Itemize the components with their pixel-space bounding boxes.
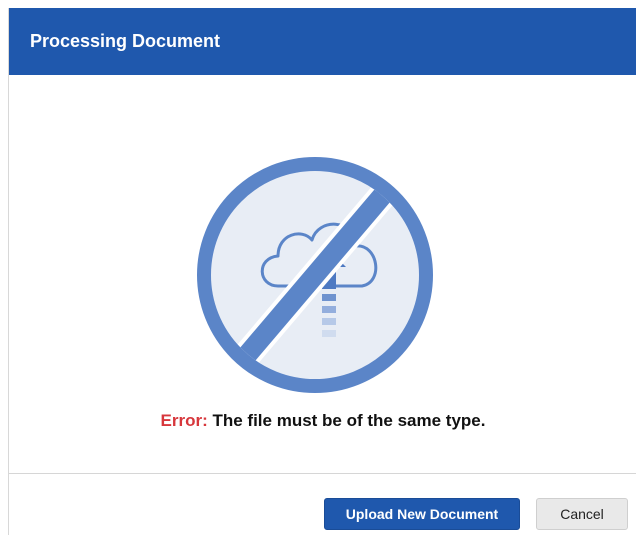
footer-divider <box>9 473 636 474</box>
cancel-button[interactable]: Cancel <box>536 498 628 530</box>
upload-new-document-button[interactable]: Upload New Document <box>324 498 520 530</box>
processing-dialog: Processing Document Error: The file must… <box>8 8 636 535</box>
dialog-title: Processing Document <box>30 31 221 51</box>
dialog-header: Processing Document <box>9 8 636 75</box>
error-text: The file must be of the same type. <box>212 411 486 430</box>
error-message: Error: The file must be of the same type… <box>9 410 636 432</box>
error-label: Error: <box>160 411 208 430</box>
upload-prohibited-icon <box>194 154 436 396</box>
